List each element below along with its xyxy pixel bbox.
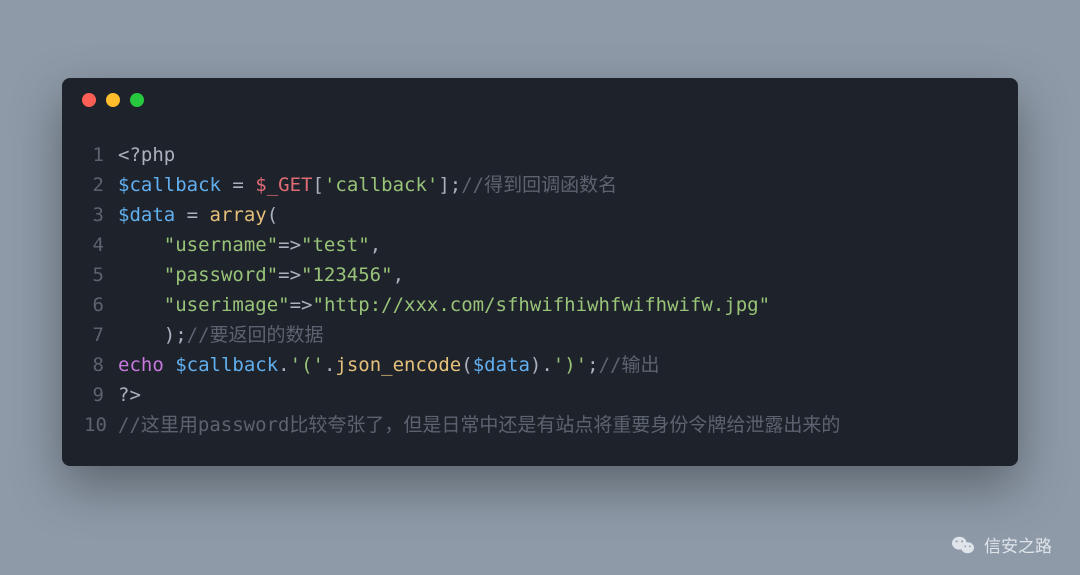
code-token: //输出: [599, 354, 660, 376]
code-token: json_encode: [335, 354, 461, 376]
code-line: 6 "userimage"=>"http://xxx.com/sfhwifhiw…: [84, 290, 996, 320]
code-token: //要返回的数据: [187, 324, 324, 346]
code-editor[interactable]: 1<?php2$callback = $_GET['callback'];//得…: [62, 122, 1018, 448]
line-number: 9: [84, 380, 118, 410]
code-content: );//要返回的数据: [118, 320, 996, 350]
line-number: 1: [84, 140, 118, 170]
code-token: '(': [290, 354, 324, 376]
code-token: ,: [393, 264, 404, 286]
watermark-text: 信安之路: [984, 532, 1052, 557]
code-token: <?php: [118, 144, 175, 166]
code-line: 5 "password"=>"123456",: [84, 260, 996, 290]
line-number: 7: [84, 320, 118, 350]
line-number: 8: [84, 350, 118, 380]
code-line: 10//这里用password比较夸张了，但是日常中还是有站点将重要身份令牌给泄…: [84, 410, 996, 440]
code-token: ).: [530, 354, 553, 376]
code-token: [118, 294, 164, 316]
code-token: ')': [553, 354, 587, 376]
code-token: (: [461, 354, 472, 376]
close-dot-icon[interactable]: [82, 93, 96, 107]
code-token: .: [324, 354, 335, 376]
line-number: 5: [84, 260, 118, 290]
code-content: $data = array(: [118, 200, 996, 230]
code-token: array: [210, 204, 267, 226]
code-content: //这里用password比较夸张了，但是日常中还是有站点将重要身份令牌给泄露出…: [118, 410, 996, 440]
code-token: ?>: [118, 384, 141, 406]
code-content: echo $callback.'('.json_encode($data).')…: [118, 350, 996, 380]
code-line: 3$data = array(: [84, 200, 996, 230]
code-token: "123456": [301, 264, 393, 286]
code-token: echo: [118, 354, 164, 376]
code-token: $_GET: [255, 174, 312, 196]
code-token: (: [267, 204, 278, 226]
code-content: <?php: [118, 140, 996, 170]
code-token: "password": [164, 264, 278, 286]
code-content: "userimage"=>"http://xxx.com/sfhwifhiwhf…: [118, 290, 996, 320]
line-number: 10: [84, 410, 118, 440]
line-number: 6: [84, 290, 118, 320]
code-line: 4 "username"=>"test",: [84, 230, 996, 260]
code-token: "username": [164, 234, 278, 256]
code-token: $data: [118, 204, 175, 226]
code-token: //得到回调函数名: [461, 174, 617, 196]
watermark: 信安之路: [952, 532, 1052, 557]
code-token: );: [118, 324, 187, 346]
code-token: =>: [278, 264, 301, 286]
code-content: "password"=>"123456",: [118, 260, 996, 290]
code-token: "userimage": [164, 294, 290, 316]
code-token: =>: [290, 294, 313, 316]
code-token: ];: [438, 174, 461, 196]
code-token: .: [278, 354, 289, 376]
code-token: [164, 354, 175, 376]
line-number: 4: [84, 230, 118, 260]
code-token: $callback: [118, 174, 221, 196]
code-line: 9?>: [84, 380, 996, 410]
code-token: =: [221, 174, 255, 196]
code-content: $callback = $_GET['callback'];//得到回调函数名: [118, 170, 996, 200]
maximize-dot-icon[interactable]: [130, 93, 144, 107]
code-line: 1<?php: [84, 140, 996, 170]
code-line: 7 );//要返回的数据: [84, 320, 996, 350]
code-window: 1<?php2$callback = $_GET['callback'];//得…: [62, 78, 1018, 466]
code-token: 'callback': [324, 174, 438, 196]
code-line: 2$callback = $_GET['callback'];//得到回调函数名: [84, 170, 996, 200]
code-token: "http://xxx.com/sfhwifhiwhfwifhwifw.jpg": [313, 294, 771, 316]
wechat-icon: [952, 535, 974, 555]
code-token: ,: [370, 234, 381, 256]
code-token: //这里用password比较夸张了，但是日常中还是有站点将重要身份令牌给泄露出…: [118, 414, 840, 436]
code-token: $callback: [175, 354, 278, 376]
code-token: =: [175, 204, 209, 226]
code-token: "test": [301, 234, 370, 256]
line-number: 3: [84, 200, 118, 230]
code-token: =>: [278, 234, 301, 256]
window-titlebar: [62, 78, 1018, 122]
minimize-dot-icon[interactable]: [106, 93, 120, 107]
code-token: [118, 234, 164, 256]
code-content: ?>: [118, 380, 996, 410]
code-token: $data: [473, 354, 530, 376]
code-line: 8echo $callback.'('.json_encode($data).'…: [84, 350, 996, 380]
code-token: [: [312, 174, 323, 196]
code-content: "username"=>"test",: [118, 230, 996, 260]
code-token: ;: [587, 354, 598, 376]
line-number: 2: [84, 170, 118, 200]
code-token: [118, 264, 164, 286]
